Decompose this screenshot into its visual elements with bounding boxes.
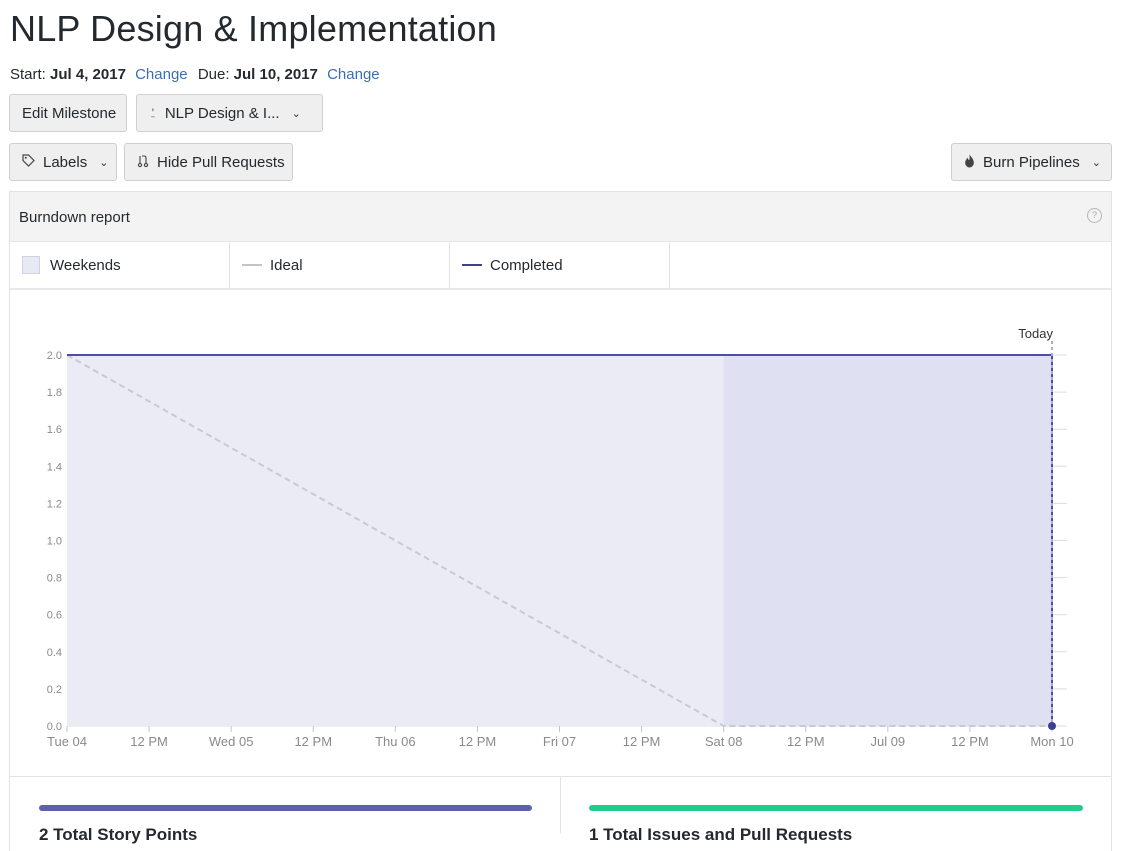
issues-total: 1 Total Issues and Pull Requests	[589, 825, 853, 844]
summary-section: 2 Total Story Points 1 Total Issues and …	[9, 776, 1112, 844]
legend-item-weekends[interactable]: Weekends	[10, 242, 230, 288]
labels-dropdown[interactable]: Labels ⌄	[9, 143, 117, 181]
chevron-down-icon: ⌄	[291, 107, 301, 120]
x-tick-label: Fri 07	[543, 734, 576, 749]
help-icon[interactable]: ?	[1087, 208, 1102, 223]
story-points-total: 2 Total Story Points	[39, 825, 198, 844]
legend-label: Completed	[490, 256, 563, 274]
change-start-link[interactable]: Change	[135, 66, 188, 83]
y-tick-label: 0.2	[47, 684, 62, 696]
y-tick-label: 0.4	[47, 647, 62, 659]
y-tick-label: 2.0	[47, 350, 62, 362]
chart-legend: Weekends Ideal Completed	[10, 242, 1111, 290]
x-tick-label: 12 PM	[459, 734, 497, 749]
issues-bar	[589, 805, 1083, 811]
labels-label: Labels	[43, 153, 88, 171]
burndown-title: Burndown report	[19, 209, 130, 226]
milestone-select-dropdown[interactable]: ⍘ NLP Design & I... ⌄	[136, 94, 323, 132]
x-tick-label: Wed 05	[209, 734, 254, 749]
tag-icon	[22, 154, 35, 170]
ideal-swatch	[242, 264, 262, 266]
milestone-select-label: NLP Design & I...	[164, 104, 280, 122]
summary-divider	[560, 777, 561, 833]
hide-pull-requests-label: Hide Pull Requests	[157, 153, 285, 171]
x-tick-label: 12 PM	[294, 734, 332, 749]
edit-milestone-label: Edit Milestone	[22, 104, 117, 122]
signpost-icon: ⍘	[149, 105, 157, 120]
start-label: Start:	[10, 66, 46, 83]
legend-item-completed[interactable]: Completed	[450, 242, 670, 288]
burndown-chart: 0.0 0.2 0.4 0.6 0.8 1.0 1.2 1.4 1.6 1.8 2.0 Tue 04…	[47, 326, 1074, 749]
due-date: Jul 10, 2017	[233, 66, 318, 83]
x-tick-label: Tue 04	[47, 734, 87, 749]
x-tick-label: 12 PM	[623, 734, 661, 749]
completed-swatch	[462, 264, 482, 266]
today-label: Today	[1018, 326, 1053, 341]
x-tick-label: Jul 09	[870, 734, 905, 749]
x-axis: Tue 04 12 PM Wed 05 12 PM Thu 06 12 PM Fri 07 1…	[47, 726, 1074, 749]
x-tick-label: 12 PM	[787, 734, 825, 749]
change-due-link[interactable]: Change	[327, 66, 380, 83]
burn-pipelines-dropdown[interactable]: Burn Pipelines ⌄	[951, 143, 1112, 181]
y-tick-label: 1.8	[47, 387, 62, 399]
start-date: Jul 4, 2017	[50, 66, 126, 83]
y-tick-label: 0.8	[47, 573, 62, 585]
burn-pipelines-label: Burn Pipelines	[983, 153, 1080, 171]
y-tick-label: 1.6	[47, 424, 62, 436]
due-label: Due:	[197, 66, 230, 83]
x-tick-label: Mon 10	[1030, 734, 1073, 749]
chevron-down-icon: ⌄	[1091, 156, 1101, 169]
pull-request-icon	[137, 154, 149, 171]
milestone-dates: Start: Jul 4, 2017 Change Due: Jul 10, 2…	[10, 66, 386, 83]
story-points-bar	[39, 805, 532, 811]
burndown-header: Burndown report ?	[10, 192, 1111, 242]
page-title: NLP Design & Implementation	[10, 8, 497, 49]
legend-item-ideal[interactable]: Ideal	[230, 242, 450, 288]
edit-milestone-button[interactable]: Edit Milestone	[9, 94, 127, 132]
legend-label: Weekends	[50, 256, 121, 274]
flame-icon	[964, 154, 975, 171]
chevron-down-icon: ⌄	[99, 156, 109, 169]
y-tick-label: 0.0	[47, 721, 62, 733]
legend-label: Ideal	[270, 256, 303, 274]
weekend-band	[723, 355, 1052, 726]
completed-point	[1048, 722, 1056, 730]
y-tick-label: 0.6	[47, 610, 62, 622]
weekend-swatch	[22, 256, 40, 274]
x-tick-label: 12 PM	[130, 734, 168, 749]
x-tick-label: Thu 06	[375, 734, 415, 749]
y-tick-label: 1.4	[47, 461, 62, 473]
y-tick-label: 1.0	[47, 536, 62, 548]
hide-pull-requests-button[interactable]: Hide Pull Requests	[124, 143, 293, 181]
x-tick-label: Sat 08	[705, 734, 743, 749]
y-tick-label: 1.2	[47, 498, 62, 510]
x-tick-label: 12 PM	[951, 734, 989, 749]
y-axis: 0.0 0.2 0.4 0.6 0.8 1.0 1.2 1.4 1.6 1.8 2.0	[47, 350, 62, 733]
